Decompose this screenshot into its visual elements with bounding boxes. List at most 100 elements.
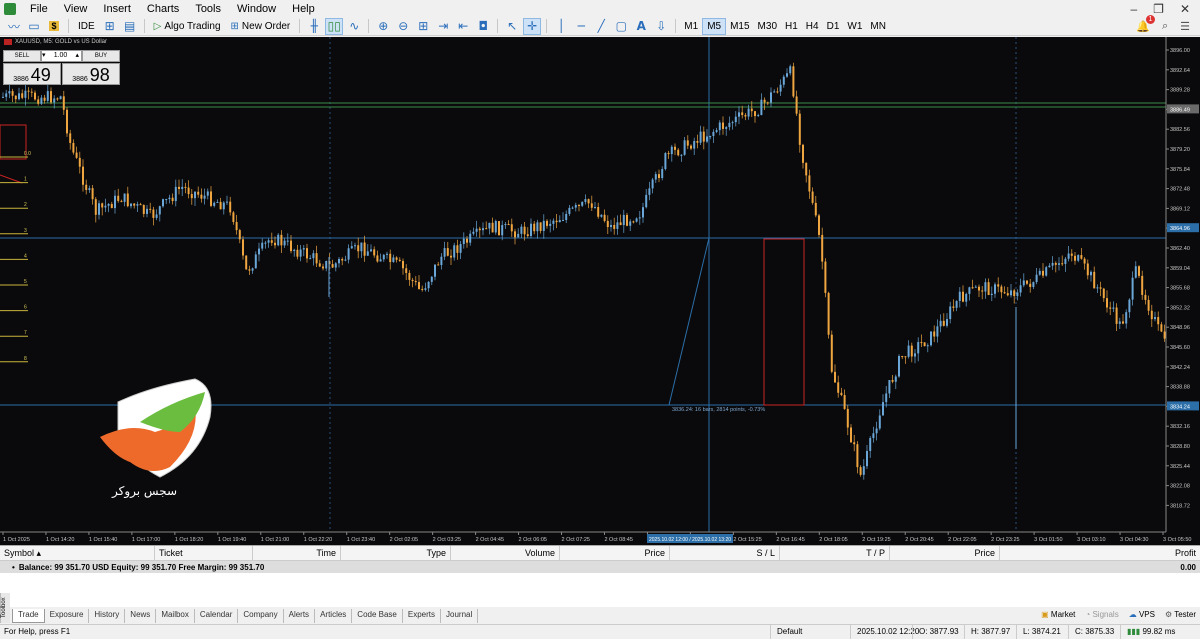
tile-windows-icon[interactable]: ⊞ [414, 18, 432, 35]
col-time[interactable]: Time [253, 546, 341, 560]
tab-journal[interactable]: Journal [441, 609, 479, 623]
menu-charts[interactable]: Charts [139, 3, 187, 15]
status-connection[interactable]: ▮▮▮ 99.82 ms [1120, 625, 1200, 639]
lot-size-input[interactable]: ▾ 1.00 ▴ [41, 50, 82, 62]
menu-help[interactable]: Help [284, 3, 323, 15]
col-ticket[interactable]: Ticket [155, 546, 253, 560]
tf-h4[interactable]: H4 [802, 18, 823, 35]
tab-calendar[interactable]: Calendar [195, 609, 239, 623]
line-type-icon[interactable]: ∿ [345, 18, 363, 35]
cursor-icon[interactable]: ↖ [503, 18, 521, 35]
chart-shift-icon[interactable]: ⇤ [454, 18, 472, 35]
col-symbol[interactable]: Symbol ▴ [0, 546, 155, 560]
sell-button[interactable]: SELL [3, 50, 41, 62]
candle-body [1160, 324, 1163, 332]
new-order-button[interactable]: ⊞ New Order [227, 18, 295, 35]
candle-body [1061, 263, 1064, 265]
tab-mailbox[interactable]: Mailbox [156, 609, 195, 623]
tab-history[interactable]: History [89, 609, 126, 623]
dollar-icon[interactable]: $ [45, 18, 63, 35]
shapes-icon[interactable]: ▢ [612, 18, 630, 35]
screenshot-icon[interactable]: ◘ [474, 18, 492, 35]
menu-view[interactable]: View [56, 3, 96, 15]
bar-chart-icon[interactable]: ╫ [305, 18, 323, 35]
search-icon[interactable]: ⌕ [1162, 20, 1168, 33]
menu-tools[interactable]: Tools [187, 3, 229, 15]
col-volume[interactable]: Volume [451, 546, 560, 560]
candle-body [962, 291, 964, 302]
tab-trade[interactable]: Trade [12, 609, 45, 623]
crosshair-icon[interactable]: ✛ [523, 17, 542, 35]
candle-body [117, 195, 120, 201]
candle-body [59, 96, 62, 100]
status-profile[interactable]: Default [770, 625, 850, 639]
close-icon[interactable]: ✕ [1180, 2, 1190, 16]
candle-body [667, 153, 670, 155]
menu-file[interactable]: File [22, 3, 56, 15]
trendline-icon[interactable]: ╱ [592, 18, 610, 35]
menu-insert[interactable]: Insert [95, 3, 139, 15]
tf-w1[interactable]: W1 [843, 18, 866, 35]
col-profit[interactable]: Profit [1000, 546, 1200, 560]
fib-level-label: 5 [24, 279, 27, 285]
chart-template-icon[interactable]: ▭ [25, 18, 43, 35]
vps-button[interactable]: ☁ VPS [1129, 610, 1155, 619]
signals-button[interactable]: ◔ Signals [1085, 610, 1118, 619]
candle-body [1163, 331, 1166, 339]
col-price[interactable]: Price [560, 546, 670, 560]
tester-button[interactable]: ⚙ Tester [1165, 610, 1196, 619]
restore-icon[interactable]: ❐ [1153, 2, 1164, 16]
candle-body [971, 287, 974, 289]
notifications-icon[interactable]: 🔔 1 [1136, 14, 1155, 33]
candle-body [434, 264, 436, 277]
col-type[interactable]: Type [341, 546, 451, 560]
lot-down-icon[interactable]: ▾ [42, 51, 46, 61]
candle-body [693, 141, 696, 149]
candle-body [469, 233, 472, 243]
strategy-icon[interactable]: ⊞ [101, 18, 119, 35]
terminal-icon[interactable]: ▤ [121, 18, 139, 35]
col-sl[interactable]: S / L [670, 546, 780, 560]
candlestick-icon[interactable]: ▯▯ [325, 17, 344, 35]
tf-m30[interactable]: M30 [754, 18, 781, 35]
lot-up-icon[interactable]: ▴ [75, 51, 79, 61]
auto-scroll-icon[interactable]: ⇥ [434, 18, 452, 35]
price-label: 3838.88 [1170, 385, 1190, 391]
zoom-out-icon[interactable]: ⊖ [394, 18, 412, 35]
horizontal-line-icon[interactable]: ─ [572, 18, 590, 35]
tf-mn[interactable]: MN [866, 18, 890, 35]
tf-m15[interactable]: M15 [726, 18, 753, 35]
tab-alerts[interactable]: Alerts [284, 609, 316, 623]
candle-body [498, 221, 500, 236]
price-chart[interactable]: 0.0 1 2 3 4 5 6 7 8 3836.24: 16 bars, 2814 points… [0, 37, 1200, 545]
tab-exposure[interactable]: Exposure [45, 609, 90, 623]
col-current-price[interactable]: Price [890, 546, 1000, 560]
sell-price[interactable]: 3886 49 [3, 63, 61, 85]
toolbox-label[interactable]: Toolbox [0, 593, 10, 623]
zoom-in-icon[interactable]: ⊕ [374, 18, 392, 35]
tf-d1[interactable]: D1 [823, 18, 844, 35]
line-chart-icon[interactable]: 〰 [5, 18, 23, 35]
tab-company[interactable]: Company [238, 609, 284, 623]
tab-articles[interactable]: Articles [315, 609, 353, 623]
ide-button[interactable]: IDE [74, 18, 99, 35]
market-button[interactable]: ▣ Market [1041, 610, 1075, 619]
price-label: 3818.72 [1170, 503, 1190, 509]
candle-body [507, 224, 510, 226]
tf-m5[interactable]: M5 [702, 17, 727, 35]
col-tp[interactable]: T / P [780, 546, 890, 560]
tab-experts[interactable]: Experts [403, 609, 442, 623]
arrows-icon[interactable]: ⇩ [652, 18, 670, 35]
vertical-line-icon[interactable]: │ [552, 18, 570, 35]
text-tool-icon[interactable]: A [632, 18, 650, 35]
menu-window[interactable]: Window [229, 3, 284, 15]
buy-button[interactable]: BUY [82, 50, 120, 62]
tf-h1[interactable]: H1 [781, 18, 802, 35]
tab-news[interactable]: News [125, 609, 157, 623]
account-icon[interactable]: ☰ [1180, 20, 1190, 33]
buy-price[interactable]: 3886 98 [62, 63, 120, 85]
tab-code-base[interactable]: Code Base [352, 609, 403, 623]
minimize-icon[interactable]: – [1130, 2, 1137, 16]
algo-trading-button[interactable]: ▷ Algo Trading [150, 18, 225, 35]
tf-m1[interactable]: M1 [680, 18, 702, 35]
